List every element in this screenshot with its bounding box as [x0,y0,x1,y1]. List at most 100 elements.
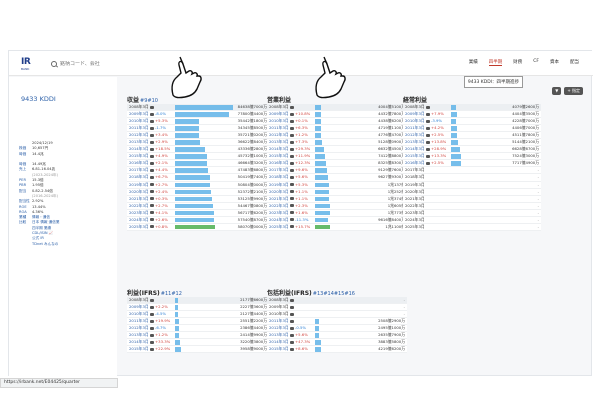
row-year[interactable]: 2015年3月 [127,346,149,352]
row-year[interactable]: 2010年3月 [403,118,425,124]
row-year[interactable]: 2018年3月 [127,174,149,180]
row-bar-cell: 8325億8300万 [315,160,407,166]
row-year[interactable]: 2016年3月 [403,160,425,166]
specify-button[interactable]: + 指定 [564,87,583,95]
row-year[interactable]: 2013年3月 [267,332,289,338]
row-bar-cell: 1兆1100億 [315,224,407,230]
row-year[interactable]: 2015年3月 [127,153,149,159]
row-bar-cell: 57540億8700万 [175,217,269,223]
row-year[interactable]: 2013年3月 [127,139,149,145]
dropdown-button[interactable]: ▼ [552,87,562,95]
panel-title-text: 収益 [127,97,140,104]
row-year[interactable]: 2011年3月 [267,318,289,324]
row-change: +2.6% [155,216,168,222]
row-year[interactable]: 2025年3月 [267,224,289,230]
row-year[interactable]: 2012年3月 [403,132,425,138]
row-bar-cell: 2635億7900万 [315,332,407,338]
row-year[interactable]: 2015年3月 [267,346,289,352]
table-row: 2020年3月 +1.1% 1兆252億 [267,189,407,196]
nav-item-dividend[interactable]: 配当 [570,59,579,66]
row-year[interactable]: 2021年3月 [127,196,149,202]
row-year[interactable]: 2015年3月 [267,153,289,159]
row-year[interactable]: 2017年3月 [127,167,149,173]
row-year[interactable]: 2019年3月 [267,182,289,188]
row-bar-cell: 4228億7000万 [451,118,541,124]
row-bar-cell: 50419億7400万 [175,174,269,181]
row-year[interactable]: 2014年3月 [403,146,425,152]
nav-item-quarterly[interactable]: 四半期 [488,59,503,66]
nav-item-cf[interactable]: CF [533,59,539,66]
row-year[interactable]: 2013年3月 [403,139,425,145]
row-year[interactable]: 2023年3月 [127,210,149,216]
row-value: 4219億6200万 [378,346,405,352]
meta-row: TDnet みんなの [19,242,111,247]
row-year[interactable]: 2016年3月 [127,160,149,166]
table-row: 2015年3月 +13.3% 7524億3000万 [403,153,541,161]
row-year[interactable]: 2010年3月 [127,118,149,124]
row-year[interactable]: 2009年3月 [127,304,149,310]
table-row: 2022年3月 +2.7% 54467億0800万 [127,203,269,210]
row-year[interactable]: 2017年3月 [267,167,289,173]
row-bar-cell: 46664億3200万 [175,160,269,166]
row-bar-cell: 1兆252億 [315,189,407,195]
value-bar [175,312,178,317]
row-year[interactable]: 2012年3月 [127,132,149,138]
row-bar-cell: 34345億8500万 [175,125,269,131]
row-year[interactable]: 2014年3月 [127,339,149,345]
row-value: 2635億7900万 [378,332,405,338]
row-year[interactable]: 2013年3月 [267,139,289,145]
row-year[interactable]: 2019年3月 [127,182,149,188]
row-value: 54467億0800万 [237,202,267,208]
row-year[interactable]: 2009年3月 [267,111,289,117]
row-year[interactable]: 2013年3月 [127,332,149,338]
table-row: 2016年3月 +2.5% 7717億4900万 [403,160,541,168]
value-bar [175,182,210,188]
nav-item-performance[interactable]: 業績 [469,59,478,66]
nav-item-financials[interactable]: 財務 [513,59,522,66]
row-year[interactable]: 2010年3月 [127,311,149,317]
table-row: 2014年3月 +29.3% 6632億4500万 [267,146,407,154]
row-year[interactable]: 2011年3月 [403,125,425,131]
row-year[interactable]: 2024年3月 [267,217,289,223]
table-row: 2020年3月 +2.4% 52372億2100万 [127,189,269,196]
table-row: 2009年3月 -8.0% 77800億4400万 [127,111,269,119]
row-bar-cell: 84638億7000万 [175,104,269,110]
row-year[interactable]: 2022年3月 [267,203,289,209]
row-year: 2008年3月 [269,297,289,302]
row-year: 2008年3月 [129,297,149,302]
row-bar-cell: 43336億2800万 [175,146,269,152]
row-year[interactable]: 2024年3月 [127,217,149,223]
row-change [295,297,315,303]
row-change: +5.3% [155,118,168,124]
site-logo[interactable]: IR BANK [21,57,41,71]
row-bar-cell: 1兆374億 [315,196,407,202]
row-year[interactable]: 2011年3月 [127,318,149,324]
row-year[interactable]: 2009年3月 [127,111,149,117]
row-year[interactable]: 2016年3月 [267,160,289,166]
row-year[interactable]: 2022年3月 [127,203,149,209]
row-year: 2023年3月 [405,209,425,215]
row-year[interactable]: 2012年3月 [267,325,289,331]
row-year[interactable]: 2014年3月 [267,339,289,345]
row-year[interactable]: 2023年3月 [267,210,289,216]
row-year[interactable]: 2012年3月 [127,325,149,331]
row-bar-cell: - [451,217,541,223]
row-year[interactable]: 2020年3月 [267,189,289,195]
row-year[interactable]: 2014年3月 [127,146,149,152]
row-year[interactable]: 2021年3月 [267,196,289,202]
meta-value[interactable]: TDnet みんなの [32,242,58,247]
row-year[interactable]: 2010年3月 [267,118,289,124]
row-year[interactable]: 2020年3月 [127,189,149,195]
row-year[interactable]: 2011年3月 [267,125,289,131]
row-value: - [537,223,539,229]
row-year[interactable]: 2018年3月 [267,174,289,180]
row-year[interactable]: 2012年3月 [267,132,289,138]
search-box[interactable] [51,59,171,69]
nav-item-capital[interactable]: 資本 [550,59,559,66]
row-year[interactable]: 2014年3月 [267,146,289,152]
row-year[interactable]: 2025年3月 [127,224,149,230]
row-year[interactable]: 2009年3月 [403,111,425,117]
row-year[interactable]: 2011年3月 [127,125,149,131]
search-input[interactable] [60,61,160,67]
row-year[interactable]: 2015年3月 [403,153,425,159]
